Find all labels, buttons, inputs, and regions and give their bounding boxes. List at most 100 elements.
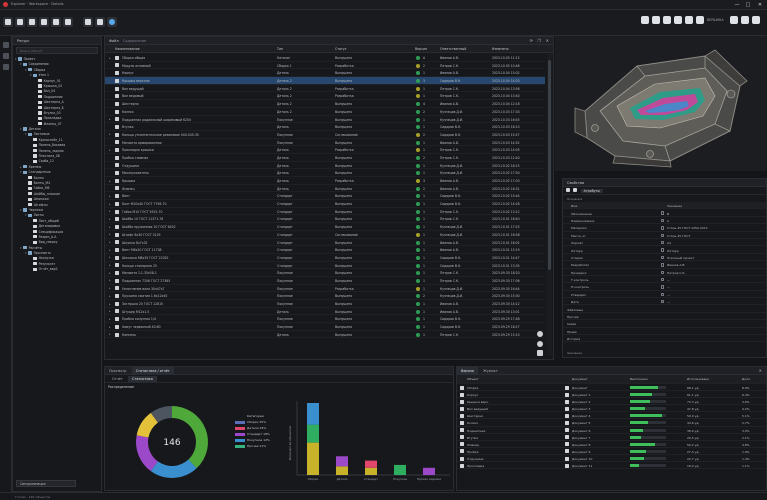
property-checkbox[interactable] [661, 292, 665, 297]
property-checkbox[interactable] [661, 270, 665, 274]
table-row[interactable]: ▸ Шпилька М8x35 ГОСТ 22032 Стандарт Выпущен… [105, 254, 545, 262]
col-type[interactable]: Тип [277, 47, 283, 51]
property-value[interactable]: В [667, 212, 669, 216]
table-row[interactable]: ▸ Штифт 8x30 ГОСТ 3129 Стандарт Согласовани… [105, 231, 545, 239]
row-expand-icon[interactable]: ▸ [109, 255, 111, 259]
property-row[interactable]: Наименование А [563, 217, 766, 225]
property-group[interactable]: Связи [563, 320, 766, 328]
property-checkbox[interactable] [661, 277, 665, 282]
row-expand-icon[interactable]: ▸ [109, 117, 111, 121]
table-row[interactable]: Отдушина Деталь Выпущено 1 Кузнецов Д.И. 2023… [105, 162, 545, 170]
row-expand-icon[interactable]: ▸ [109, 294, 111, 298]
menu-button[interactable] [3, 17, 13, 27]
grid-settings-icon[interactable] [537, 350, 543, 356]
table-row[interactable]: Фланец Документ 8 50.2 уд. 4.8% [457, 441, 766, 448]
table-row[interactable]: ▸ Болт М10x40 ГОСТ 7798-70 Стандарт Выпущен… [105, 200, 545, 208]
property-row[interactable]: Утвердил — [563, 291, 766, 299]
property-row[interactable]: Дата — [563, 298, 766, 306]
row-expand-icon[interactable]: ▸ [109, 148, 111, 152]
table-row[interactable]: ▸ Уплотнение вала 30x47x7 Покупное Разработ… [105, 285, 545, 293]
col-status[interactable]: Статус [335, 47, 347, 51]
table-row[interactable]: Крышка верхняя Деталь 2 Выпущено 3 Сидоров В… [105, 77, 545, 85]
table-row[interactable]: ▸ Подшипник радиальный шариковый 6204 Поку… [105, 116, 545, 124]
table-row[interactable]: ▸ Заглушка 20 ГОСТ 12815 Покупное Выпущено 1… [105, 300, 545, 308]
grid-restore-icon[interactable]: ❐ [537, 38, 541, 43]
tab-preview[interactable]: Просмотр [105, 367, 130, 375]
toolbar-btn-d[interactable] [674, 16, 682, 24]
row-expand-icon[interactable]: ▸ [109, 194, 111, 198]
table-row[interactable]: ▸ Кольцо стопорное 25 Стандарт Выпущено 1 Сид… [105, 262, 545, 270]
row-expand-icon[interactable]: ▸ [109, 317, 111, 321]
property-checkbox[interactable] [661, 255, 665, 260]
nav-history-icon[interactable] [3, 64, 9, 70]
property-value[interactable]: Петров С.К. [667, 271, 685, 275]
table-row[interactable]: Сборка Документ 68.1 уд. 8.9% [457, 384, 766, 392]
property-value[interactable]: — [667, 285, 670, 289]
property-checkbox[interactable] [661, 233, 665, 237]
table-row[interactable]: Шестерня Деталь 2 Выпущено 4 Иванов А.В. 2023… [105, 100, 545, 108]
row-expand-icon[interactable]: ▸ [109, 232, 111, 236]
tab-file[interactable]: Файл [109, 39, 119, 43]
grid-scrollbar[interactable] [547, 54, 552, 355]
versions-close-icon[interactable]: ✕ [759, 368, 762, 373]
toolbar-btn-h[interactable] [741, 16, 749, 24]
table-row[interactable]: Прокладка Документ 11 18.0 уд. 1.1% [457, 462, 766, 470]
vcol-object[interactable]: Объект [467, 377, 479, 381]
table-row[interactable]: Подшипник Документ 6 38.9 уд. 3.0% [457, 427, 766, 434]
tab-versions[interactable]: Версии [457, 367, 478, 375]
table-row[interactable]: ▸ Гайка М10 ГОСТ 5915-70 Стандарт Выпущено 1… [105, 208, 545, 216]
row-expand-icon[interactable]: ▸ [109, 332, 111, 336]
maximize-button[interactable]: □ [745, 2, 751, 8]
table-row[interactable]: Крышка верх. Документ 2 73.3 уд. 3.6% [457, 398, 766, 406]
grid-refresh-icon[interactable]: ⟳ [530, 38, 533, 43]
help-button[interactable] [107, 17, 117, 27]
save-button[interactable] [39, 17, 49, 27]
table-row[interactable]: Корпус Деталь Выпущено 1 Иванов А.В. 2023.10.… [105, 69, 545, 78]
col-modified[interactable]: Изменено [492, 47, 509, 51]
minimize-button[interactable]: — [734, 2, 740, 8]
table-row[interactable]: Втулка Документ 7 29.5 уд. 2.1% [457, 434, 766, 441]
property-row[interactable]: Масса, кг Сталь 45 ГОСТ [563, 232, 766, 239]
row-expand-icon[interactable]: ▸ [109, 309, 111, 313]
table-row[interactable]: ▸ Шайба 10 ГОСТ 11371-78 Стандарт Выпущено 1… [105, 215, 545, 224]
row-expand-icon[interactable]: ▸ [109, 286, 111, 290]
property-checkbox[interactable] [661, 218, 665, 223]
table-row[interactable]: ▸ Манжета 1.1-35x58-1 Покупное Выпущено 1 Пет… [105, 269, 545, 277]
property-checkbox[interactable] [661, 285, 665, 289]
vcol-used[interactable]: Использовано [687, 377, 709, 381]
row-expand-icon[interactable]: ▸ [109, 209, 111, 213]
row-expand-icon[interactable]: ▸ [109, 325, 111, 329]
open-button[interactable] [27, 17, 37, 27]
property-value[interactable]: — [667, 278, 670, 282]
table-row[interactable]: ▸ Сборка общая Каталог Выпущено А Иванов А.В.… [105, 54, 545, 62]
vcol-done[interactable]: Выполнено [630, 377, 648, 381]
table-row[interactable]: Колесо Деталь 2 Выпущено 2 Кузнецов Д.И. 2023… [105, 108, 545, 116]
table-row[interactable]: Пробка Документ 9 27.4 уд. 1.9% [457, 448, 766, 455]
table-row[interactable]: ▸ Хомут червячный 40-60 Покупное Выпущено 1 С… [105, 323, 545, 331]
table-row[interactable]: Шестерня Документ 4 59.0 уд. 5.1% [457, 412, 766, 420]
property-row[interactable]: Н.контроль — [563, 283, 766, 291]
property-checkbox[interactable] [661, 226, 665, 230]
property-value[interactable]: А [667, 219, 669, 223]
table-row[interactable]: ▸ Шайба пружинная 10 ГОСТ 6402 Стандарт Вып… [105, 223, 545, 231]
paste-button[interactable] [63, 17, 73, 27]
table-row[interactable]: Маслоуказатель Деталь Выпущено 1 Кузнецов Д.… [105, 169, 545, 177]
col-version[interactable]: Версия [415, 47, 427, 51]
toolbar-btn-c[interactable] [663, 16, 671, 24]
table-row[interactable]: ▸ Штуцер М12x1.5 Деталь Выпущено 1 Иванов А.В… [105, 308, 545, 316]
table-row[interactable]: Вал ведомый Деталь 2 Разработка 1 Петров С.К… [105, 92, 545, 101]
table-row[interactable]: Отдушина Документ 10 22.7 уд. 1.4% [457, 455, 766, 463]
table-row[interactable]: Модуль основной Сборка 1 Разработка 2 Петров… [105, 62, 545, 70]
row-expand-icon[interactable]: ▸ [109, 271, 111, 275]
tab-statistics[interactable]: Статистика / отчёт [131, 367, 174, 375]
subtab-report[interactable]: Отчёт [108, 376, 127, 382]
property-row[interactable]: Проверил Петров С.К. [563, 269, 766, 276]
properties-filter-icon[interactable] [573, 188, 578, 192]
table-row[interactable]: ▸ Винт М6x20 ГОСТ 11738 Стандарт Выпущено 1 И… [105, 246, 545, 254]
property-row[interactable]: Материал Сталь 45 ГОСТ 1050-2013 [563, 224, 766, 232]
grid-close-icon[interactable]: ✕ [546, 38, 549, 43]
table-row[interactable]: Втулка Деталь Выпущено 1 Сидоров В.Н. 2023.10… [105, 123, 545, 131]
property-row[interactable]: Разработал Иванов А.В. [563, 261, 766, 269]
row-expand-icon[interactable]: ▸ [109, 179, 111, 183]
new-button[interactable] [15, 17, 25, 27]
